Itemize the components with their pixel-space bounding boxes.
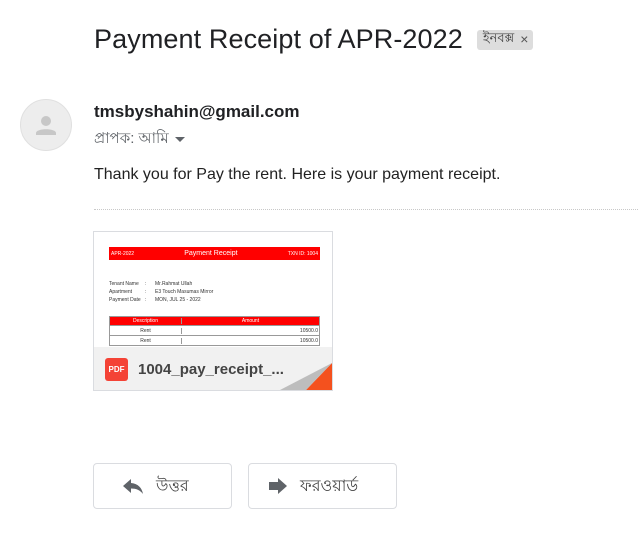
receipt-row-desc: Rent xyxy=(110,337,182,344)
receipt-header-right: TXN ID: 1004 xyxy=(287,250,318,257)
email-subject: Payment Receipt of APR-2022 xyxy=(94,24,463,54)
receipt-field-row: Payment Date : MON, JUL 25 - 2022 xyxy=(109,296,320,304)
receipt-header-left: APR-2022 xyxy=(111,250,135,257)
sender-email[interactable]: tmsbyshahin@gmail.com xyxy=(94,102,300,122)
receipt-field-value: MON, JUL 25 - 2022 xyxy=(155,297,201,303)
receipt-row-desc: Rent xyxy=(110,327,182,334)
receipt-col-amount: Amount xyxy=(241,318,260,324)
receipt-col-description: Description xyxy=(110,318,182,324)
page-fold-icon xyxy=(280,363,332,390)
receipt-fields: Tenant Name : Mr.Rahmat Ullah Apartment … xyxy=(109,280,320,304)
recipient-row: প্রাপক: আমি xyxy=(94,127,185,152)
inbox-label-text: ইনবক্স xyxy=(482,29,515,45)
receipt-field-value: Mr.Rahmat Ullah xyxy=(155,281,193,287)
pdf-icon: PDF xyxy=(105,357,128,381)
receipt-row-amount: 10500.0 xyxy=(299,337,318,344)
table-row: Rent 10500.0 xyxy=(110,335,319,345)
remove-label-icon[interactable]: × xyxy=(520,31,528,47)
receipt-header: APR-2022 Payment Receipt TXN ID: 1004 xyxy=(109,247,320,260)
chevron-down-icon[interactable] xyxy=(174,137,185,142)
inbox-label-chip[interactable]: ইনবক্স × xyxy=(476,29,534,50)
reply-label: উত্তর xyxy=(156,477,189,495)
receipt-row-amount: 10500.0 xyxy=(299,327,318,334)
receipt-field-sep: : xyxy=(145,281,147,287)
receipt-table-header: Description Amount xyxy=(110,317,319,325)
reply-arrow-icon xyxy=(123,479,143,494)
reply-button[interactable]: উত্তর xyxy=(93,463,232,509)
attachment-preview: APR-2022 Payment Receipt TXN ID: 1004 Te… xyxy=(109,247,320,346)
person-icon xyxy=(36,116,56,135)
receipt-field-key: Apartment xyxy=(109,289,133,295)
receipt-field-value: E3 Touch Masumas Mirror xyxy=(155,289,214,295)
receipt-field-sep: : xyxy=(145,289,147,295)
attachment-card[interactable]: APR-2022 Payment Receipt TXN ID: 1004 Te… xyxy=(93,231,333,391)
forward-arrow-icon xyxy=(269,478,287,494)
receipt-field-sep: : xyxy=(145,297,147,303)
receipt-field-row: Tenant Name : Mr.Rahmat Ullah xyxy=(109,280,320,288)
divider xyxy=(94,209,638,210)
attachment-file-name[interactable]: 1004_pay_receipt_... xyxy=(138,361,284,378)
receipt-field-key: Payment Date xyxy=(109,297,141,303)
forward-label: ফরওয়ার্ড xyxy=(300,477,359,495)
email-body: Thank you for Pay the rent. Here is your… xyxy=(94,166,501,183)
sender-avatar[interactable] xyxy=(20,99,72,151)
subject-row: Payment Receipt of APR-2022 ইনবক্স × xyxy=(94,24,534,55)
receipt-header-title: Payment Receipt xyxy=(184,250,238,257)
receipt-field-row: Apartment : E3 Touch Masumas Mirror xyxy=(109,288,320,296)
recipient-text: প্রাপক: আমি xyxy=(94,130,169,147)
forward-button[interactable]: ফরওয়ার্ড xyxy=(248,463,397,509)
receipt-table: Description Amount Rent 10500.0 Rent 105… xyxy=(109,316,320,346)
table-row: Rent 10500.0 xyxy=(110,325,319,335)
receipt-field-key: Tenant Name xyxy=(109,281,139,287)
